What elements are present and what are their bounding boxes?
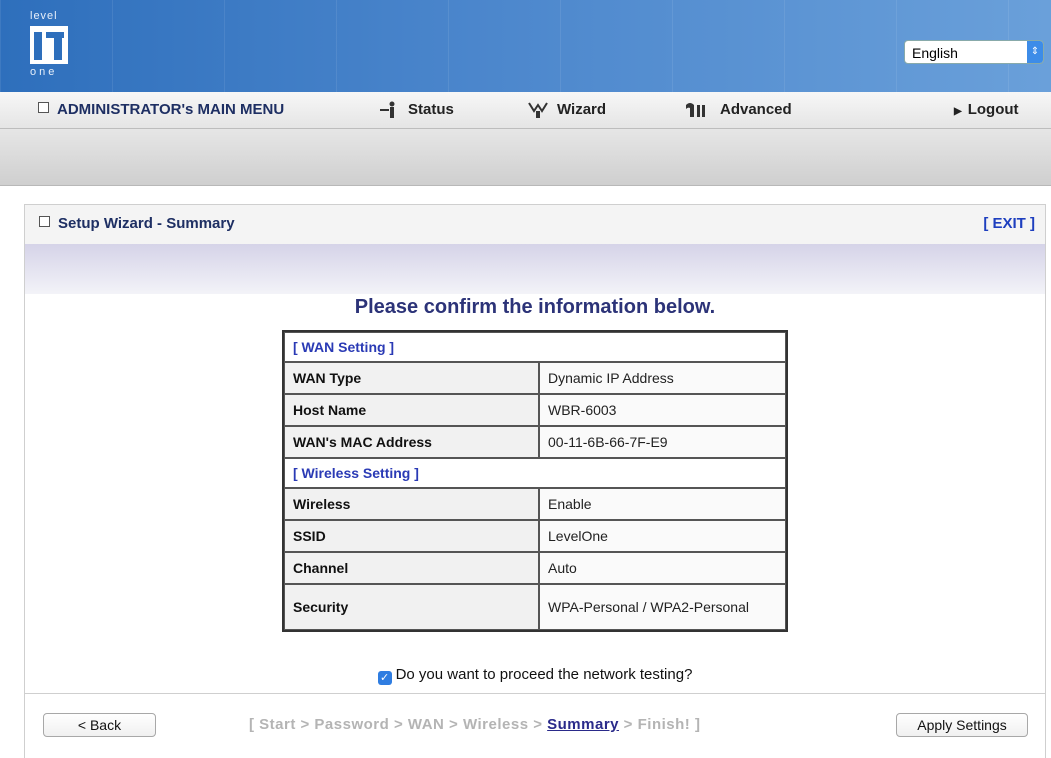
menu-advanced-label: Advanced <box>720 101 792 118</box>
wizard-steps-breadcrumb: [ Start > Password > WAN > Wireless > Su… <box>249 716 700 733</box>
divider <box>25 693 1045 694</box>
status-person-icon <box>380 101 395 119</box>
menu-advanced[interactable]: Advanced <box>684 92 792 128</box>
back-button[interactable]: < Back <box>43 713 156 737</box>
row-value: 00-11-6B-66-7F-E9 <box>539 426 786 458</box>
language-select-value: English <box>912 45 958 61</box>
steps-before: [ Start > Password > WAN > Wireless > <box>249 716 548 733</box>
menu-logout-label: Logout <box>967 101 1019 118</box>
row-label: Channel <box>284 552 539 584</box>
panel-header: Setup Wizard - Summary [ EXIT ] <box>25 204 1045 244</box>
table-row: Host Name WBR-6003 <box>284 394 786 426</box>
row-label: SSID <box>284 520 539 552</box>
network-test-label: Do you want to proceed the network testi… <box>395 666 693 683</box>
exit-link[interactable]: [ EXIT ] <box>983 215 1035 232</box>
table-row: WAN's MAC Address 00-11-6B-66-7F-E9 <box>284 426 786 458</box>
apply-settings-button[interactable]: Apply Settings <box>896 713 1028 737</box>
main-menu-bar: ADMINISTRATOR's MAIN MENU Status Wizard … <box>0 92 1051 129</box>
sub-menu-bar <box>0 129 1051 186</box>
menu-status[interactable]: Status <box>378 92 454 128</box>
admin-main-menu-text: ADMINISTRATOR's MAIN MENU <box>57 101 285 118</box>
network-test-checkbox[interactable]: ✓ <box>377 671 392 685</box>
steps-after: > Finish! ] <box>619 716 701 733</box>
row-label: WAN Type <box>284 362 539 394</box>
menu-logout[interactable]: ▶ Logout <box>954 92 1019 128</box>
table-row: Channel Auto <box>284 552 786 584</box>
row-value: WPA-Personal / WPA2-Personal <box>539 584 786 630</box>
header-banner: level one English ⇕ <box>0 0 1051 92</box>
current-step-summary: Summary <box>547 716 620 733</box>
table-section-row: [ Wireless Setting ] <box>284 458 786 488</box>
menu-wizard-label: Wizard <box>557 101 607 118</box>
menu-wizard[interactable]: Wizard <box>527 92 606 128</box>
admin-main-menu-label[interactable]: ADMINISTRATOR's MAIN MENU <box>38 92 284 128</box>
logo-text-top: level <box>30 10 58 22</box>
square-bullet-icon <box>39 216 50 227</box>
select-arrows-icon: ⇕ <box>1027 41 1043 63</box>
panel-title-text: Setup Wizard - Summary <box>58 215 235 232</box>
panel-gradient-band <box>25 244 1045 294</box>
table-row: SSID LevelOne <box>284 520 786 552</box>
logout-arrow-icon: ▶ <box>954 106 962 117</box>
logo-text-bottom: one <box>30 66 58 78</box>
menu-status-label: Status <box>408 101 454 118</box>
table-section-row: [ WAN Setting ] <box>284 332 786 362</box>
language-select[interactable]: English ⇕ <box>904 40 1044 64</box>
advanced-tools-icon <box>686 103 705 118</box>
wan-section-header: [ WAN Setting ] <box>284 332 786 362</box>
setup-wizard-panel: Setup Wizard - Summary [ EXIT ] Please c… <box>24 204 1046 758</box>
wizard-wand-icon <box>528 102 548 119</box>
row-value: LevelOne <box>539 520 786 552</box>
table-row: Wireless Enable <box>284 488 786 520</box>
summary-table: [ WAN Setting ] WAN Type Dynamic IP Addr… <box>282 330 788 632</box>
levelone-logo: level one <box>24 10 78 80</box>
logo-mark-icon <box>30 26 68 64</box>
row-value: Dynamic IP Address <box>539 362 786 394</box>
row-value: Enable <box>539 488 786 520</box>
header-grid-decoration <box>0 0 1051 92</box>
row-value: Auto <box>539 552 786 584</box>
row-label: Wireless <box>284 488 539 520</box>
row-label: Host Name <box>284 394 539 426</box>
row-label: Security <box>284 584 539 630</box>
row-label: WAN's MAC Address <box>284 426 539 458</box>
panel-title: Setup Wizard - Summary <box>39 215 235 232</box>
square-bullet-icon <box>38 102 49 113</box>
table-row: WAN Type Dynamic IP Address <box>284 362 786 394</box>
table-row: Security WPA-Personal / WPA2-Personal <box>284 584 786 630</box>
row-value: WBR-6003 <box>539 394 786 426</box>
wireless-section-header: [ Wireless Setting ] <box>284 458 786 488</box>
network-test-option: ✓ Do you want to proceed the network test… <box>25 666 1045 685</box>
confirm-heading: Please confirm the information below. <box>354 296 716 318</box>
